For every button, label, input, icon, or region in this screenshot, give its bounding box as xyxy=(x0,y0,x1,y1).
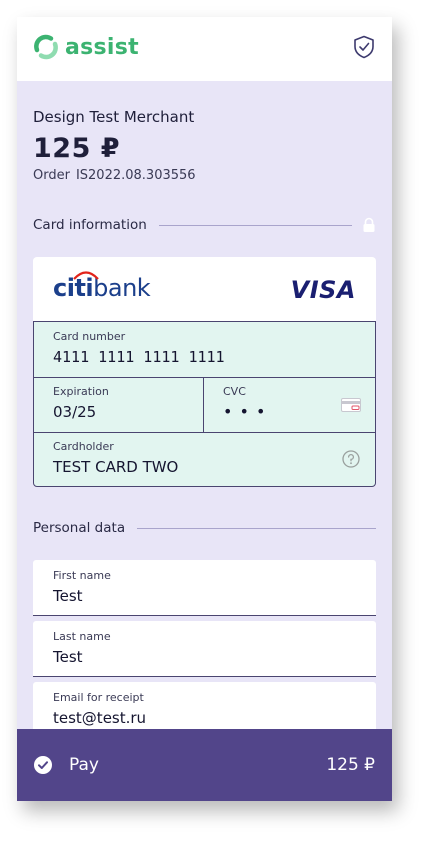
card-header: citibank VISA xyxy=(33,257,376,321)
pay-label: Pay xyxy=(69,755,99,775)
cardholder-label: Cardholder xyxy=(53,440,114,453)
bank-name-suffix: bank xyxy=(93,274,151,302)
visa-logo: VISA xyxy=(290,276,356,304)
first-name-label: First name xyxy=(53,569,111,582)
last-name-input[interactable]: Test xyxy=(53,648,83,666)
section-divider xyxy=(137,527,376,529)
bank-arc-icon xyxy=(73,271,99,280)
order-info: Order IS2022.08.303556 xyxy=(33,168,196,183)
card-number-label: Card number xyxy=(53,330,126,343)
merchant-name: Design Test Merchant xyxy=(33,108,195,126)
logo-text: assist xyxy=(65,34,139,60)
first-name-field[interactable]: First name Test xyxy=(33,560,376,616)
lock-icon xyxy=(363,217,375,232)
card-widget: citibank VISA Card number 4111 1111 1111… xyxy=(33,257,376,487)
order-number: IS2022.08.303556 xyxy=(75,168,196,183)
email-label: Email for receipt xyxy=(53,691,144,704)
card-number-input[interactable]: 4111 1111 1111 1111 xyxy=(53,348,225,366)
header: assist xyxy=(17,17,392,81)
field-divider xyxy=(34,432,375,433)
order-label: Order xyxy=(33,168,70,183)
card-section-title: Card information xyxy=(33,217,147,233)
help-icon[interactable] xyxy=(342,450,360,468)
pay-button[interactable]: Pay 125 ₽ xyxy=(17,729,392,801)
check-circle-icon xyxy=(34,756,52,774)
assist-logo: assist xyxy=(33,32,139,62)
personal-section-title: Personal data xyxy=(33,520,126,536)
expiration-label: Expiration xyxy=(53,385,109,398)
assist-logo-icon xyxy=(34,34,58,60)
shield-check-icon[interactable] xyxy=(353,35,375,59)
card-section-header: Card information xyxy=(33,217,376,233)
cardholder-input[interactable]: TEST CARD TWO xyxy=(53,458,178,476)
last-name-label: Last name xyxy=(53,630,111,643)
payment-form: assist Design Test Merchant 125 ₽ Order I… xyxy=(17,17,392,801)
field-divider xyxy=(34,377,375,378)
cvc-label: CVC xyxy=(223,385,246,398)
first-name-input[interactable]: Test xyxy=(53,587,83,605)
last-name-field[interactable]: Last name Test xyxy=(33,621,376,677)
section-divider xyxy=(158,224,352,226)
personal-section-header: Personal data xyxy=(33,520,376,536)
field-divider xyxy=(203,377,204,432)
email-input[interactable]: test@test.ru xyxy=(53,709,146,727)
cvc-input[interactable]: • • • xyxy=(223,402,266,421)
pay-amount: 125 ₽ xyxy=(326,755,375,775)
card-cvc-icon xyxy=(341,398,361,412)
card-fields: Card number 4111 1111 1111 1111 Expirati… xyxy=(33,321,376,487)
payment-amount: 125 ₽ xyxy=(33,133,121,164)
expiration-input[interactable]: 03/25 xyxy=(53,403,96,421)
bank-logo: citibank xyxy=(53,271,151,302)
